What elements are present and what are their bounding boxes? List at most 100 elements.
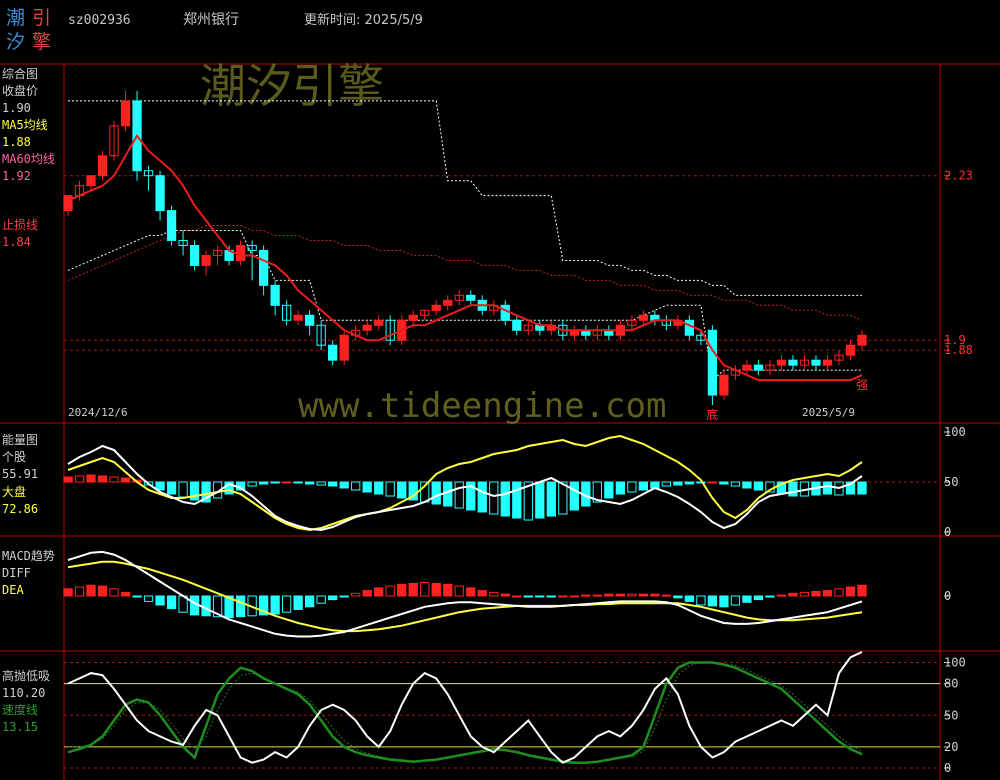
energy-bar — [489, 481, 499, 515]
macd-bar — [466, 587, 476, 597]
osc-value: 110.20 — [2, 686, 45, 700]
macd-bar — [305, 595, 315, 608]
macd-bar — [385, 585, 395, 597]
macd-diff-line — [67, 550, 863, 638]
energy-bar — [638, 481, 649, 491]
close-label: 收盘价 — [2, 83, 38, 98]
energy-title: 能量图 — [2, 433, 38, 447]
macd-legend: MACD趋势 DIFF DEA — [2, 549, 55, 597]
candle-body — [684, 319, 695, 336]
energy-tick-label: 100 — [944, 425, 966, 439]
candle-body — [166, 210, 177, 242]
macd-tick-label: 0 — [944, 589, 951, 603]
candle-body — [753, 364, 764, 371]
macd-bar — [489, 591, 499, 597]
macd-bar — [707, 595, 718, 607]
candle-body — [339, 334, 349, 361]
macd-bar — [408, 582, 418, 597]
energy-bar — [385, 481, 395, 497]
macd-bar — [811, 591, 821, 597]
macd-diff-label: DIFF — [2, 566, 31, 580]
energy-bar — [351, 481, 361, 491]
macd-bar — [281, 595, 292, 613]
price-tick-label: 1.88 — [944, 343, 973, 357]
energy-bar — [293, 481, 303, 484]
macd-bar — [742, 595, 752, 603]
macd-bar — [546, 595, 556, 598]
energy-bar — [281, 481, 292, 484]
energy-bar — [63, 476, 73, 483]
candle-body — [235, 244, 246, 261]
osc-tick-label: 50 — [944, 708, 958, 722]
macd-bar — [500, 593, 510, 597]
macd-bar — [638, 593, 649, 597]
energy-bar — [339, 481, 349, 489]
energy-panel: 100 50 0 — [63, 425, 966, 539]
macd-bar — [776, 594, 787, 597]
macd-bar — [765, 595, 775, 598]
candle-body — [86, 175, 96, 187]
energy-bar — [305, 481, 315, 485]
macd-bar — [799, 591, 810, 597]
energy-bar — [397, 481, 407, 499]
energy-bar — [546, 481, 556, 517]
stop-value: 1.84 — [2, 235, 31, 249]
energy-bar — [558, 481, 568, 515]
energy-bar — [512, 481, 522, 519]
osc-title: 高抛低吸 — [2, 668, 50, 683]
energy-bar — [166, 481, 177, 495]
macd-bar — [719, 595, 729, 608]
energy-bar — [74, 475, 85, 483]
candle-body — [788, 359, 798, 366]
energy-bar — [742, 481, 752, 489]
macd-bar — [339, 595, 349, 598]
energy-bar — [431, 481, 441, 505]
candle-body — [742, 364, 752, 371]
candle-body — [857, 334, 867, 346]
energy-tick-label: 0 — [944, 525, 951, 539]
macd-bar — [788, 592, 798, 597]
macd-bar — [143, 595, 154, 602]
signal-annotation: 强 — [856, 378, 868, 392]
energy-stock-label: 个股 — [2, 450, 26, 464]
energy-bar — [707, 481, 718, 484]
macd-bar — [362, 590, 372, 597]
macd-dea-label: DEA — [2, 583, 24, 597]
x-end-date: 2025/5/9 — [802, 406, 855, 419]
energy-bar — [178, 481, 188, 498]
energy-market-label: 大盘 — [2, 484, 26, 499]
candle-body — [201, 254, 211, 266]
macd-bar — [627, 593, 637, 597]
energy-bar — [270, 481, 280, 484]
close-value: 1.90 — [2, 101, 31, 115]
candle-body — [500, 304, 510, 321]
candle-body — [845, 344, 856, 356]
chart-canvas: 潮 引 汐 擎 sz002936 郑州银行 更新时间: 2025/5/9 潮汐引… — [0, 7, 1000, 780]
macd-bar — [109, 588, 119, 597]
ma60-label: MA60均线 — [2, 152, 55, 166]
macd-bar — [696, 595, 706, 606]
macd-bar — [753, 595, 764, 601]
energy-bar — [247, 481, 257, 487]
energy-bar — [615, 481, 625, 495]
update-time: 更新时间: 2025/5/9 — [304, 12, 423, 28]
stop-loss-line — [67, 230, 862, 382]
price-tick-label: 2.23 — [944, 169, 973, 183]
energy-market-value: 72.86 — [2, 502, 38, 516]
energy-bar — [627, 481, 637, 493]
macd-bar — [351, 592, 361, 597]
candle-body — [293, 314, 303, 321]
macd-title: MACD趋势 — [2, 549, 55, 563]
oscillator-panel: 100 80 50 20 0 — [64, 651, 966, 775]
macd-bar — [845, 586, 856, 597]
macd-bar — [431, 582, 441, 597]
energy-bar — [535, 481, 545, 519]
macd-bar — [535, 595, 545, 598]
macd-bar — [650, 593, 660, 597]
header: 潮 引 汐 擎 sz002936 郑州银行 更新时间: 2025/5/9 — [6, 7, 423, 53]
macd-bar — [592, 594, 602, 597]
macd-bar — [661, 594, 672, 597]
signal-annotation: 底 — [706, 407, 718, 422]
energy-stock-value: 55.91 — [2, 467, 38, 481]
macd-bar — [857, 584, 867, 597]
